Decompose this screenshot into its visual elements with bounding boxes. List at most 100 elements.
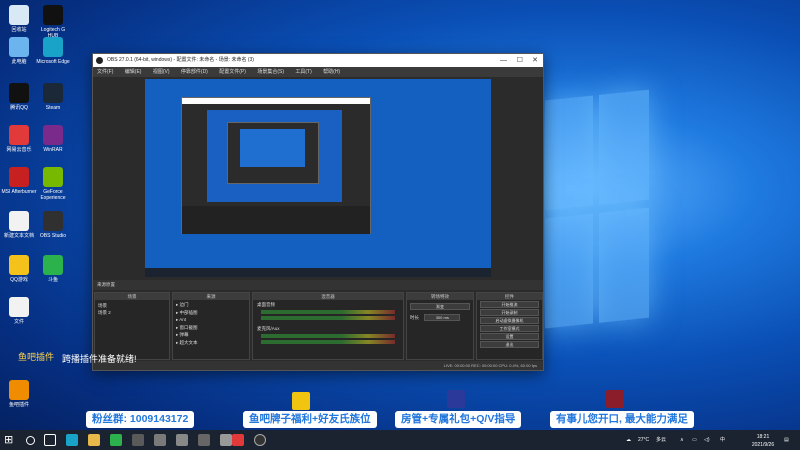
task-view-icon[interactable] <box>44 434 56 446</box>
scene-item[interactable]: 场景 2 <box>98 309 166 316</box>
source-item[interactable]: ▸ Ant <box>176 316 246 324</box>
volume-slider[interactable] <box>261 316 395 320</box>
desktop-icon[interactable]: 此电脑 <box>1 37 37 65</box>
avatar-icon <box>447 390 465 408</box>
netease-music-icon[interactable] <box>232 434 244 446</box>
app-icon[interactable] <box>132 434 144 446</box>
app-icon <box>9 211 29 231</box>
desktop-icon[interactable]: 鱼吧插件 <box>1 380 37 408</box>
menu-tools[interactable]: 工具(T) <box>295 69 311 75</box>
desktop-icon[interactable]: 回收站 <box>1 5 37 33</box>
source-item[interactable]: ▸ 超大文本 <box>176 339 246 347</box>
transitions-dock: 转场特效 渐变 时长 300 ms <box>406 292 474 360</box>
desktop-icon[interactable]: 网易云音乐 <box>1 125 37 153</box>
app-icon[interactable] <box>154 434 166 446</box>
start-icon[interactable]: ⊞ <box>4 434 16 446</box>
start-streaming-button[interactable]: 开始推流 <box>480 301 539 308</box>
weather-temp[interactable]: 27°C <box>638 430 649 450</box>
source-bar: 来源原置 <box>93 280 543 290</box>
app-icon[interactable] <box>198 434 210 446</box>
notification-icon[interactable]: ▤ <box>784 430 789 450</box>
app-icon <box>9 255 29 275</box>
menu-help[interactable]: 帮助(H) <box>323 69 340 75</box>
search-icon[interactable] <box>26 436 35 445</box>
obs-logo-icon <box>96 57 103 64</box>
desktop-icon[interactable]: 斗鱼 <box>35 255 71 283</box>
volume-slider[interactable] <box>261 340 395 344</box>
source-item[interactable]: ▸ 弹幕 <box>176 331 246 339</box>
desktop-icon-label: WinRAR <box>43 147 63 153</box>
maximize-icon[interactable]: ☐ <box>517 54 523 67</box>
app-icon <box>43 83 63 103</box>
scene-item[interactable]: 场景 <box>98 302 166 309</box>
source-item[interactable]: ▸ 窗口截图 <box>176 324 246 332</box>
menu-scene-collection[interactable]: 场景集合(S) <box>257 69 284 75</box>
obs-title-bar[interactable]: OBS 27.0.1 (64-bit, windows) - 配置文件: 未命名… <box>93 54 543 67</box>
scenes-dock: 场景 场景 场景 2 <box>94 292 170 360</box>
app-icon <box>9 5 29 25</box>
duration-input[interactable]: 300 ms <box>424 314 461 321</box>
obs-preview[interactable] <box>145 79 491 277</box>
desktop-icon-label: 此电脑 <box>11 59 27 65</box>
app-icon <box>43 37 63 57</box>
studio-mode-button[interactable]: 工作室模式 <box>480 325 539 332</box>
app-icon[interactable] <box>220 434 232 446</box>
menu-file[interactable]: 文件(F) <box>97 69 113 75</box>
folder-icon[interactable] <box>88 434 100 446</box>
windows-logo-wallpaper <box>545 89 650 340</box>
obs-status-bar: LIVE: 00:00:00 REC: 00:00:00 CPU: 0.4%, … <box>93 361 543 370</box>
start-recording-button[interactable]: 开始录制 <box>480 309 539 316</box>
weather-icon[interactable]: ☁ <box>626 430 631 450</box>
desktop-icon[interactable]: GeForce Experience <box>35 167 71 201</box>
desktop-icon-label: Steam <box>45 105 61 111</box>
nested-obs-window <box>181 97 371 234</box>
minimize-icon[interactable]: — <box>500 54 507 67</box>
obs-menu-bar: 文件(F) 编辑(E) 视图(V) 停靠部件(D) 配置文件(P) 场景集合(S… <box>93 67 543 77</box>
app-icon <box>43 125 63 145</box>
plugin-title: 鱼吧插件 <box>18 352 55 362</box>
desktop-icon[interactable]: QQ游戏 <box>1 255 37 283</box>
duration-label: 时长 <box>410 315 419 320</box>
menu-edit[interactable]: 编辑(E) <box>125 69 142 75</box>
desktop-icon[interactable]: WinRAR <box>35 125 71 153</box>
desktop-icon[interactable]: Microsoft Edge <box>35 37 71 65</box>
obs-taskbar-icon[interactable] <box>254 434 266 446</box>
desktop-icon[interactable]: 腾讯QQ <box>1 83 37 111</box>
edge-icon[interactable] <box>66 434 78 446</box>
desktop-icon[interactable]: Logitech G HUB <box>35 5 71 39</box>
source-item[interactable]: ▸ 边门 <box>176 301 246 309</box>
desktop-icon[interactable]: 文件 <box>1 297 37 325</box>
close-icon[interactable]: ✕ <box>532 54 538 67</box>
app-icon <box>9 83 29 103</box>
mixer-track-name: 麦克风/Aux <box>257 326 280 331</box>
exit-button[interactable]: 退出 <box>480 341 539 348</box>
tray-chevron-icon[interactable]: ∧ <box>680 430 684 450</box>
desktop-icon[interactable]: Steam <box>35 83 71 111</box>
weather-desc[interactable]: 多云 <box>656 430 666 450</box>
mixer-track-name: 桌面音频 <box>257 302 275 307</box>
desktop-icon[interactable]: OBS Studio <box>35 211 71 239</box>
transition-select[interactable]: 渐变 <box>410 303 470 310</box>
obs-window[interactable]: OBS 27.0.1 (64-bit, windows) - 配置文件: 未命名… <box>92 53 544 371</box>
avatar-icon <box>606 390 624 408</box>
desktop-icon[interactable]: 新建文本文档 <box>1 211 37 239</box>
ime-indicator[interactable]: 中 <box>720 430 725 450</box>
mixer-dock-title: 混音器 <box>253 293 403 300</box>
volume-icon[interactable]: ◁) <box>704 430 710 450</box>
settings-button[interactable]: 设置 <box>480 333 539 340</box>
volume-meter <box>261 310 395 314</box>
desktop-icon[interactable]: MSI Afterburner <box>1 167 37 195</box>
scenes-dock-title: 场景 <box>95 293 169 300</box>
menu-profile[interactable]: 配置文件(P) <box>219 69 246 75</box>
app-icon[interactable] <box>110 434 122 446</box>
virtual-camera-button[interactable]: 启动虚拟摄像机 <box>480 317 539 324</box>
desktop-icon-label: 文件 <box>13 319 24 325</box>
network-icon[interactable]: ▭ <box>692 430 697 450</box>
source-item[interactable]: ▸ 中部插图 <box>176 309 246 317</box>
app-icon[interactable] <box>176 434 188 446</box>
menu-view[interactable]: 视图(V) <box>153 69 170 75</box>
volume-meter <box>261 334 395 338</box>
menu-docks[interactable]: 停靠部件(D) <box>181 69 208 75</box>
clock[interactable]: 18:21 2021/9/26 <box>748 433 778 450</box>
app-icon <box>43 167 63 187</box>
